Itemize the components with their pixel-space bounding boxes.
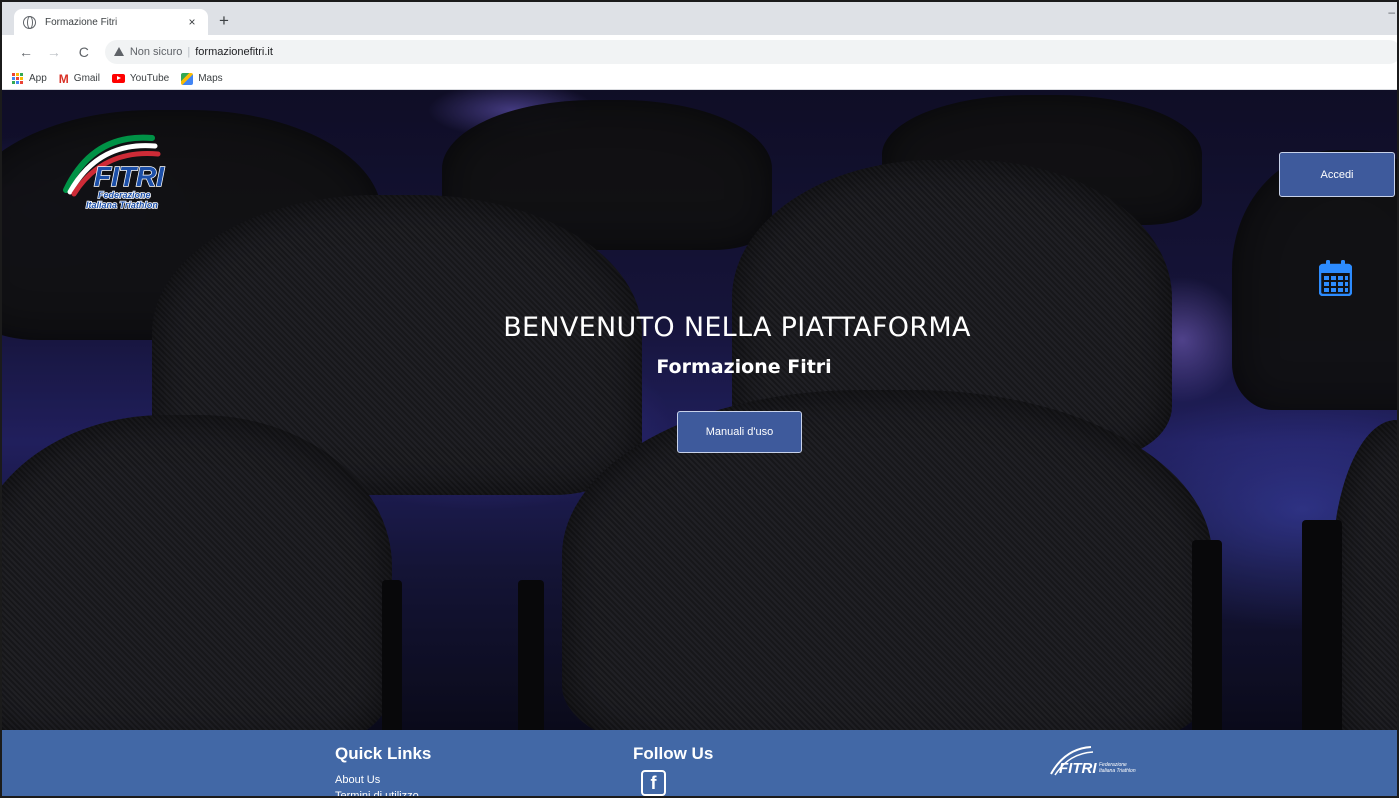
back-arrow-icon[interactable]: ←	[15, 44, 37, 60]
close-tab-icon[interactable]: ×	[185, 15, 199, 29]
bookmark-label: YouTube	[129, 73, 170, 84]
footer-logo-wordmark: FITRI	[1059, 760, 1097, 777]
footer-logo-subtitle-2: Italiana Triathlon	[1099, 768, 1136, 774]
bookmark-gmail[interactable]: M Gmail	[59, 72, 100, 86]
warning-icon[interactable]	[113, 47, 124, 56]
hero-section: FITRI Federazione Italiana Triathlon Acc…	[2, 90, 1397, 730]
url-text[interactable]: formazionefitri.it	[195, 46, 273, 58]
calendar-icon[interactable]	[1319, 260, 1352, 296]
bookmark-label: Maps	[198, 73, 223, 84]
bookmark-label: App	[29, 73, 47, 84]
site-footer: Quick Links About Us Termini di utilizzo…	[2, 730, 1397, 796]
browser-window: Formazione Fitri × + – ← → C Non sicuro …	[0, 0, 1399, 798]
url-separator: |	[187, 45, 191, 58]
logo-wordmark: FITRI	[94, 161, 165, 192]
forward-arrow-icon[interactable]: →	[43, 44, 65, 60]
hero-subtitle: Formazione Fitri	[656, 356, 832, 378]
youtube-icon	[111, 74, 125, 83]
fitri-logo[interactable]: FITRI Federazione Italiana Triathlon	[60, 130, 178, 215]
quick-links-title: Quick Links	[335, 744, 432, 763]
browser-toolbar: ← → C Non sicuro | formazionefitri.it	[2, 35, 1397, 68]
maps-icon	[181, 72, 194, 85]
footer-link-terms[interactable]: Termini di utilizzo	[335, 790, 419, 796]
address-bar[interactable]: Non sicuro | formazionefitri.it	[104, 39, 1397, 64]
logo-subtitle-2: Italiana Triathlon	[86, 200, 158, 210]
tab-strip: Formazione Fitri × + –	[2, 2, 1397, 35]
browser-tab[interactable]: Formazione Fitri ×	[14, 9, 208, 35]
reload-icon[interactable]: C	[73, 44, 95, 60]
bookmark-apps[interactable]: App	[12, 73, 47, 84]
bookmark-youtube[interactable]: YouTube	[111, 73, 170, 84]
tab-title: Formazione Fitri	[45, 16, 118, 28]
gmail-icon: M	[58, 71, 69, 86]
follow-us-title: Follow Us	[633, 744, 714, 763]
hero-title: BENVENUTO NELLA PIATTAFORMA	[503, 312, 971, 343]
bookmarks-bar: App M Gmail YouTube Maps	[2, 68, 1397, 90]
security-label[interactable]: Non sicuro	[130, 46, 183, 58]
apps-grid-icon	[12, 73, 23, 84]
bookmark-maps[interactable]: Maps	[181, 72, 223, 85]
manuals-button[interactable]: Manuali d'uso	[677, 411, 802, 453]
login-button[interactable]: Accedi	[1279, 152, 1395, 197]
facebook-icon[interactable]: f	[641, 770, 666, 796]
footer-link-about-us[interactable]: About Us	[335, 774, 380, 786]
bookmark-label: Gmail	[73, 73, 100, 84]
minimize-button[interactable]: –	[1388, 5, 1395, 19]
new-tab-button[interactable]: +	[215, 11, 233, 31]
hero-overlay	[2, 90, 1397, 730]
globe-icon	[23, 15, 36, 29]
logo-subtitle-1: Federazione	[98, 190, 151, 200]
footer-fitri-logo[interactable]: FITRI Federazione Italiana Triathlon	[1047, 742, 1162, 782]
